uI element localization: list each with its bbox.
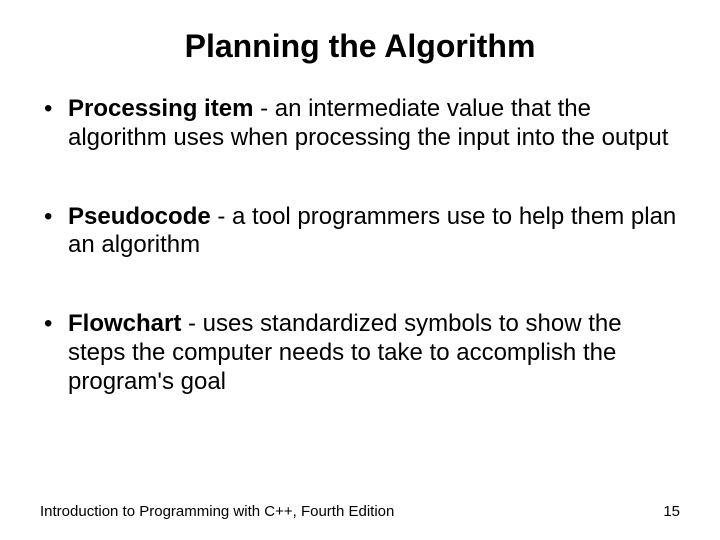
slide-title: Planning the Algorithm [40,28,680,65]
footer-page-number: 15 [663,503,680,520]
term: Processing item [68,95,253,122]
list-item: Flowchart - uses standardized symbols to… [40,310,680,396]
footer-source: Introduction to Programming with C++, Fo… [40,503,394,520]
term: Pseudocode [68,203,211,230]
footer: Introduction to Programming with C++, Fo… [40,503,680,520]
term: Flowchart [68,310,181,337]
list-item: Processing item - an intermediate value … [40,95,680,153]
bullet-list: Processing item - an intermediate value … [40,95,680,397]
slide: Planning the Algorithm Processing item -… [0,0,720,540]
list-item: Pseudocode - a tool programmers use to h… [40,203,680,261]
